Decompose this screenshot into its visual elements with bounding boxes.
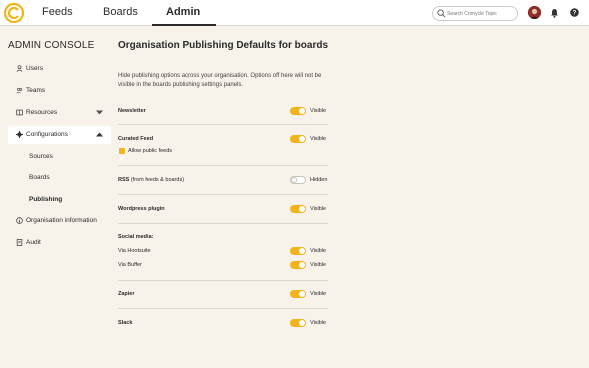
- divider: [118, 308, 328, 309]
- toggle-knob: [299, 262, 305, 268]
- info-icon: [16, 217, 23, 224]
- user-icon: [16, 65, 23, 72]
- setting-curated-feed-label: Curated Feed: [118, 136, 154, 142]
- curated-feed-state: Visible: [310, 136, 327, 142]
- toggle-knob: [299, 248, 305, 254]
- sidebar-subitem-sources[interactable]: Sources: [29, 153, 53, 160]
- search-icon: [437, 9, 446, 18]
- toggle-knob: [299, 108, 305, 114]
- page-title: Organisation Publishing Defaults for boa…: [118, 40, 329, 51]
- slack-toggle[interactable]: [290, 319, 306, 327]
- sidebar-item-resources[interactable]: Resources: [8, 104, 111, 122]
- sidebar-item-label: Teams: [26, 87, 46, 94]
- avatar-image: [528, 6, 541, 19]
- zapier-state: Visible: [310, 291, 327, 297]
- sidebar-item-users[interactable]: Users: [8, 60, 111, 78]
- top-bar: Feeds Boards Admin ?: [0, 0, 589, 26]
- setting-hootsuite-label: Via Hootsuite: [118, 248, 151, 254]
- bell-icon[interactable]: [550, 8, 559, 18]
- tab-feeds[interactable]: Feeds: [42, 5, 73, 25]
- rss-toggle[interactable]: [290, 176, 306, 184]
- sidebar-item-label: Users: [26, 65, 43, 72]
- allow-public-feeds-label: Allow public feeds: [128, 148, 173, 154]
- book-icon: [16, 109, 23, 116]
- divider: [118, 124, 328, 125]
- cronycle-logo-icon[interactable]: [3, 2, 25, 24]
- setting-zapier-label: Zapier: [118, 291, 135, 297]
- intro-text: Hide publishing options across your orga…: [118, 73, 322, 88]
- avatar[interactable]: [528, 6, 541, 19]
- rss-state: Hidden: [310, 177, 328, 183]
- setting-wordpress-label: Wordpress plugin: [118, 206, 165, 212]
- active-tab-indicator: [152, 24, 216, 26]
- setting-buffer-label: Via Buffer: [118, 262, 142, 268]
- sidebar-item-audit[interactable]: Audit: [8, 234, 111, 252]
- team-icon: [16, 87, 23, 94]
- newsletter-toggle[interactable]: [290, 107, 306, 115]
- divider: [118, 165, 328, 166]
- setting-newsletter-label: Newsletter: [118, 108, 146, 114]
- hootsuite-state: Visible: [310, 248, 327, 254]
- tab-boards[interactable]: Boards: [103, 5, 138, 25]
- curated-feed-toggle[interactable]: [290, 135, 306, 143]
- search-input[interactable]: [447, 8, 517, 19]
- sidebar-item-label: Organisation information: [26, 217, 97, 224]
- chevron-up-icon[interactable]: [96, 132, 103, 137]
- rss-label-text: RSS: [118, 177, 130, 183]
- sidebar-item-label: Audit: [26, 239, 41, 246]
- svg-text:?: ?: [573, 11, 577, 17]
- buffer-state: Visible: [310, 262, 327, 268]
- toggle-knob: [291, 177, 297, 183]
- rss-label-suffix: (from feeds & boards): [129, 177, 185, 183]
- allow-public-feeds-checkbox[interactable]: [119, 148, 125, 161]
- divider: [118, 223, 328, 224]
- divider: [118, 194, 328, 195]
- check-icon: [119, 156, 125, 161]
- hootsuite-toggle[interactable]: [290, 247, 306, 255]
- sidebar-item-organisation-information[interactable]: Organisation information: [8, 212, 111, 230]
- sidebar-item-label: Resources: [26, 109, 58, 116]
- sidebar-subitem-boards[interactable]: Boards: [29, 174, 50, 181]
- toggle-knob: [299, 136, 305, 142]
- toggle-knob: [299, 320, 305, 326]
- sidebar-subitem-publishing[interactable]: Publishing: [29, 196, 62, 203]
- wordpress-toggle[interactable]: [290, 205, 306, 213]
- divider: [118, 280, 328, 281]
- gear-icon: [16, 131, 23, 138]
- sidebar-item-teams[interactable]: Teams: [8, 82, 111, 100]
- zapier-toggle[interactable]: [290, 290, 306, 298]
- document-icon: [16, 239, 23, 246]
- slack-state: Visible: [310, 320, 327, 326]
- help-icon[interactable]: ?: [570, 8, 579, 17]
- buffer-toggle[interactable]: [290, 261, 306, 269]
- social-media-heading: Social media:: [118, 234, 154, 240]
- chevron-down-icon[interactable]: [96, 110, 103, 115]
- toggle-knob: [299, 291, 305, 297]
- tab-admin[interactable]: Admin: [166, 5, 200, 25]
- wordpress-state: Visible: [310, 206, 327, 212]
- search-box[interactable]: [432, 6, 518, 21]
- toggle-knob: [299, 206, 305, 212]
- newsletter-state: Visible: [310, 108, 327, 114]
- setting-rss-label: RSS (from feeds & boards): [118, 177, 184, 183]
- sidebar-item-label: Configurations: [26, 131, 68, 138]
- setting-slack-label: Slack: [118, 320, 133, 326]
- sidebar-item-configurations[interactable]: Configurations: [8, 126, 111, 144]
- console-title: ADMIN CONSOLE: [8, 40, 95, 51]
